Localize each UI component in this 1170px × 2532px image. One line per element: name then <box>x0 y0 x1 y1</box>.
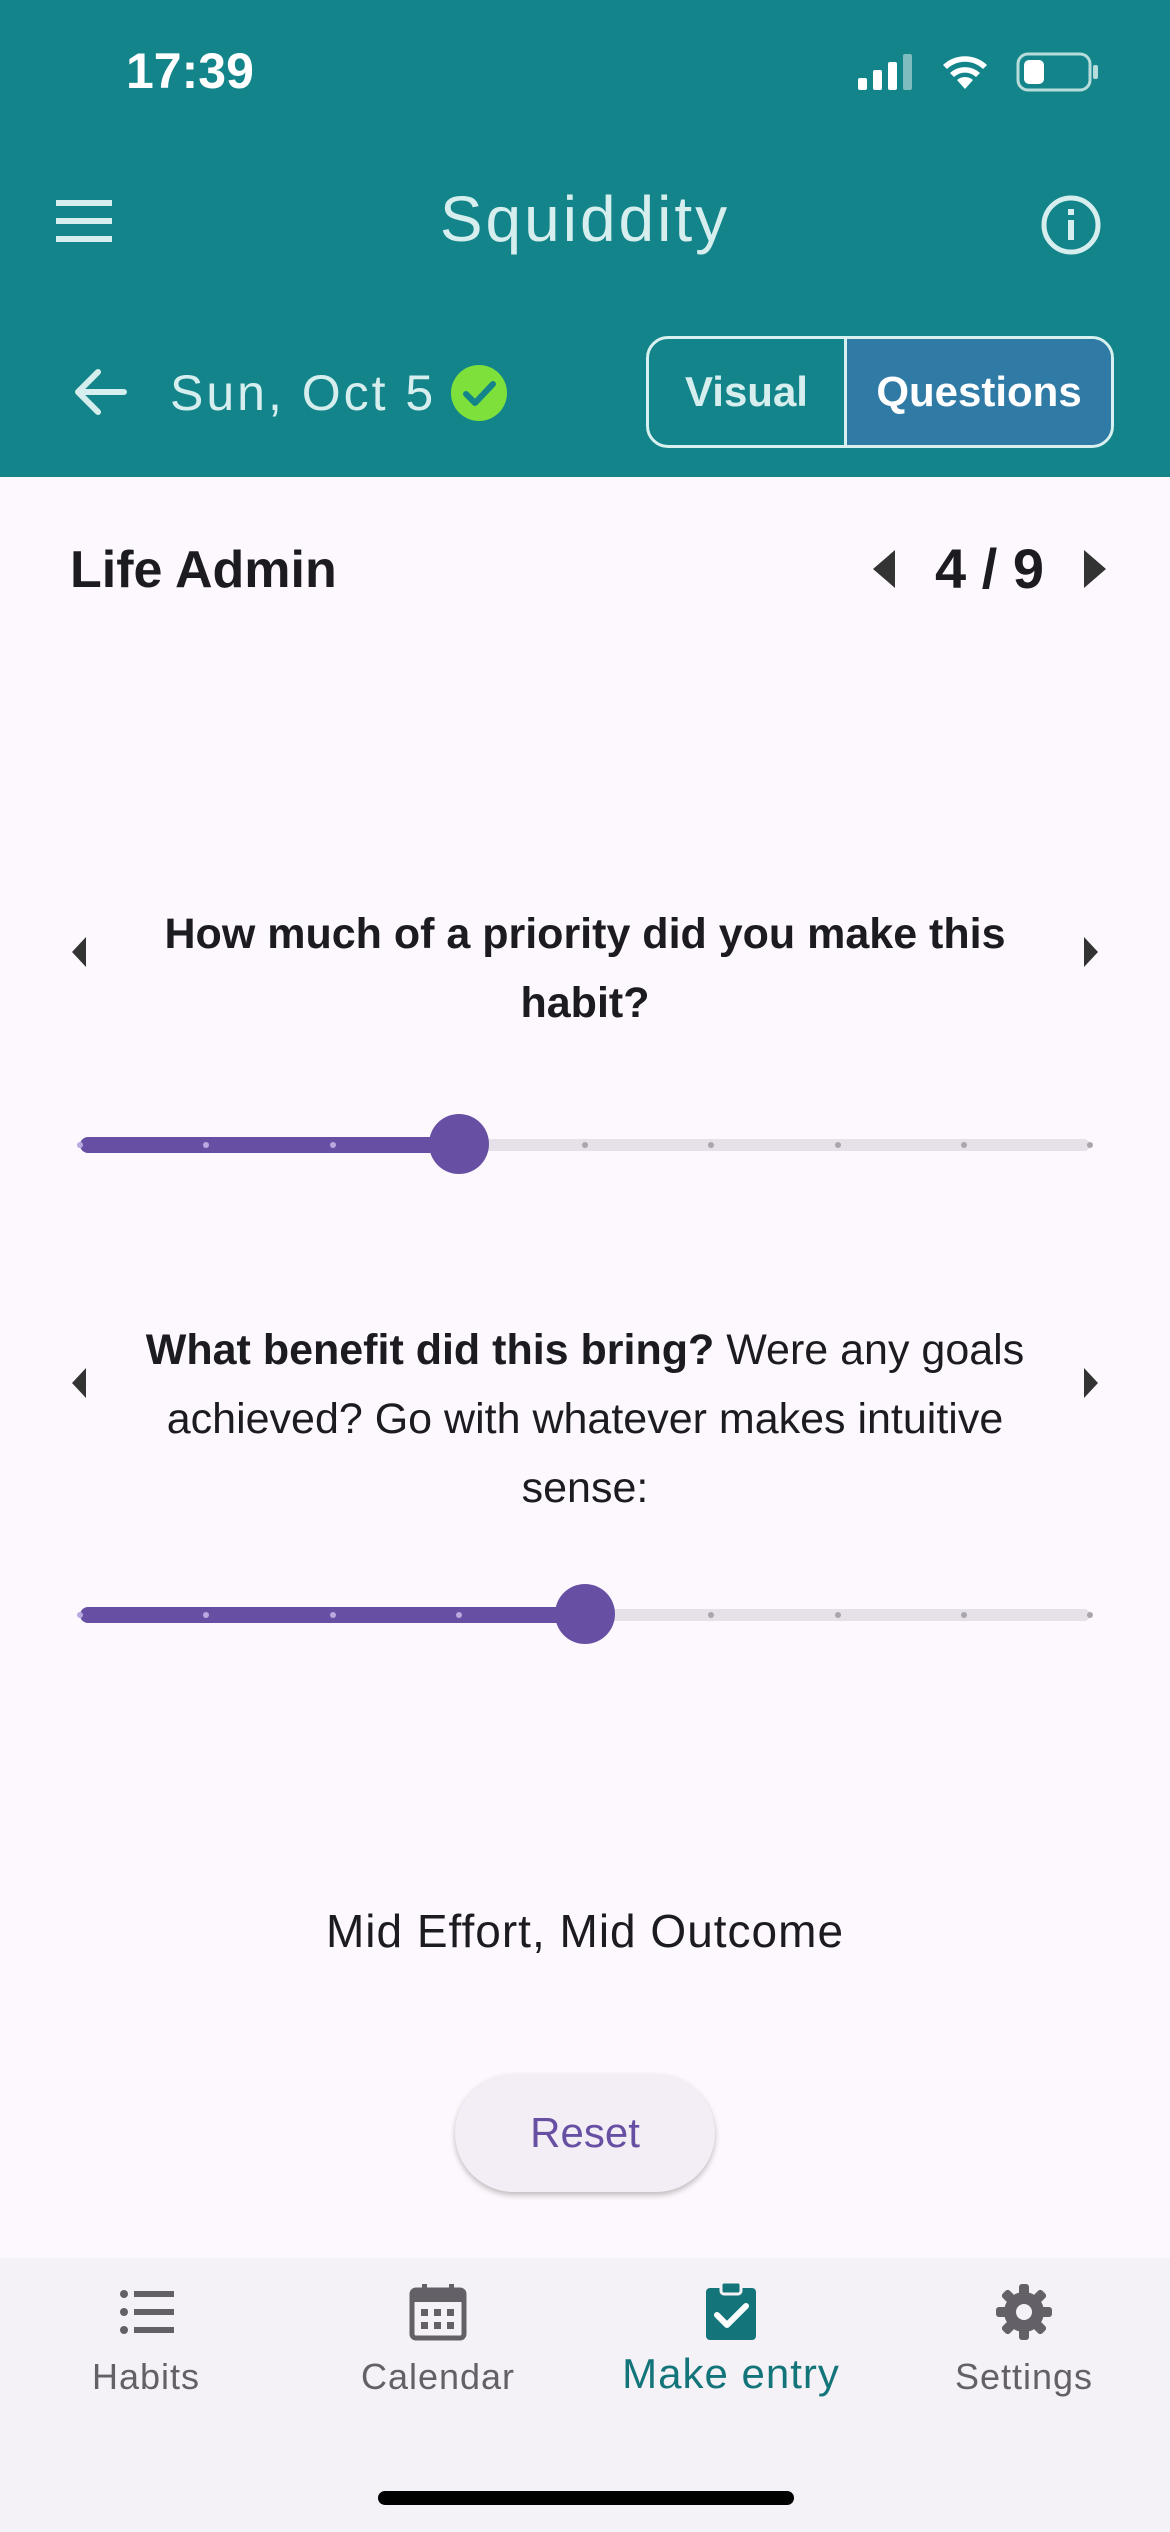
slider-tick <box>1087 1142 1093 1148</box>
list-icon <box>120 2290 174 2334</box>
question-2-slider[interactable] <box>77 1584 1093 1644</box>
tab-visual[interactable]: Visual <box>649 339 847 445</box>
question-1-bold: How much of a priority did you make this… <box>164 910 1006 1027</box>
nav-label-habits: Habits <box>91 2356 201 2397</box>
slider-thumb[interactable] <box>428 1114 489 1174</box>
slider-tick <box>1087 1612 1093 1618</box>
gear-icon <box>996 2284 1052 2340</box>
home-indicator <box>378 2491 794 2505</box>
slider-tick <box>329 1142 336 1148</box>
previous-habit-arrow-icon[interactable] <box>873 549 896 588</box>
question-1-prev-icon[interactable] <box>72 937 86 967</box>
nav-item-calendar[interactable]: Calendar <box>292 2282 584 2398</box>
pager: 4 / 9 <box>873 536 1106 601</box>
result-text: Mid Effort, Mid Outcome <box>325 1905 845 1957</box>
slider-tick <box>77 1142 83 1148</box>
slider-tick <box>77 1612 83 1618</box>
slider-thumb[interactable] <box>555 1584 615 1644</box>
nav-label-settings: Settings <box>954 2356 1094 2397</box>
slider-tick <box>329 1612 336 1618</box>
wifi-icon <box>943 56 987 89</box>
next-habit-arrow-icon[interactable] <box>1084 549 1106 588</box>
nav-label-calendar: Calendar <box>360 2356 516 2397</box>
slider-tick <box>834 1142 841 1148</box>
status-time: 17:39 <box>126 43 254 99</box>
battery-icon <box>1016 52 1098 92</box>
nav-item-settings[interactable]: Settings <box>878 2282 1170 2398</box>
tab-questions[interactable]: Questions <box>847 339 1111 445</box>
question-2-next-icon[interactable] <box>1084 1368 1098 1398</box>
nav-label-make-entry: Make entry <box>622 2350 840 2397</box>
question-2-bold: What benefit did this bring? <box>145 1326 715 1374</box>
back-arrow-icon[interactable] <box>72 364 128 420</box>
question-1-text: How much of a priority did you make this… <box>140 900 1030 1038</box>
app-title: Squiddity <box>439 183 731 255</box>
question-2-prev-icon[interactable] <box>72 1368 86 1398</box>
slider-active-track <box>80 1137 459 1153</box>
slider-tick <box>582 1142 588 1148</box>
question-1-next-icon[interactable] <box>1084 937 1098 967</box>
nav-item-habits[interactable]: Habits <box>0 2282 292 2398</box>
question-2-text: What benefit did this bring? Were any go… <box>140 1316 1030 1523</box>
section-title: Life Admin <box>70 541 337 599</box>
nav-item-make-entry[interactable]: Make entry <box>585 2282 877 2398</box>
page-indicator: 4 / 9 <box>935 537 1044 600</box>
question-1-slider[interactable] <box>77 1114 1093 1174</box>
status-icons <box>858 52 1100 92</box>
view-toggle: Visual Questions <box>646 336 1114 448</box>
completed-check-icon <box>451 365 507 421</box>
clipboard-check-icon <box>706 2282 756 2340</box>
info-icon[interactable] <box>1040 194 1102 256</box>
entry-date[interactable]: Sun, Oct 5 <box>170 364 436 422</box>
reset-button[interactable]: Reset <box>455 2074 715 2192</box>
calendar-icon <box>409 2284 467 2341</box>
slider-tick <box>834 1612 841 1618</box>
signal-icon <box>858 54 912 90</box>
slider-tick <box>960 1612 967 1618</box>
slider-tick <box>455 1612 462 1618</box>
slider-tick <box>960 1142 967 1148</box>
